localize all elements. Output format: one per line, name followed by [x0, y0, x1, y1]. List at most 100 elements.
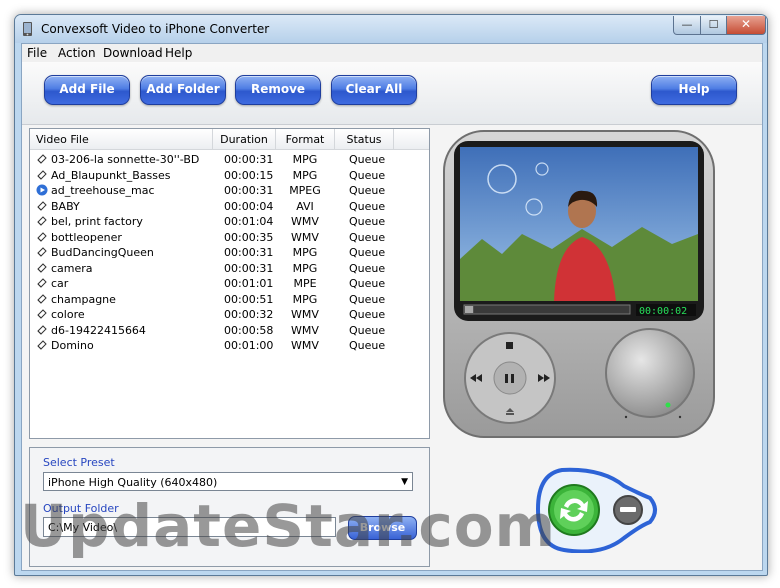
- title-bar[interactable]: Convexsoft Video to iPhone Converter — ☐…: [15, 15, 767, 43]
- table-row[interactable]: bottleopener 00:00:35 WMV Queue: [30, 230, 429, 245]
- video-status: Queue: [349, 184, 386, 197]
- preset-value: iPhone High Quality (640x480): [48, 476, 218, 489]
- app-icon: [23, 22, 32, 36]
- video-status: Queue: [349, 339, 386, 352]
- table-row[interactable]: d6-19422415664 00:00:58 WMV Queue: [30, 323, 429, 338]
- video-file-icon: [36, 215, 48, 227]
- video-status: Queue: [349, 308, 386, 321]
- menu-help[interactable]: Help: [165, 46, 192, 60]
- remove-button[interactable]: Remove: [235, 75, 321, 105]
- column-header-status[interactable]: Status: [335, 129, 394, 150]
- table-row[interactable]: Ad_Blaupunkt_Basses 00:00:15 MPG Queue: [30, 168, 429, 183]
- table-row[interactable]: BudDancingQueen 00:00:31 MPG Queue: [30, 245, 429, 260]
- video-file-icon: [36, 246, 48, 258]
- video-format: AVI: [296, 199, 314, 213]
- video-status: Queue: [349, 168, 386, 182]
- video-status: Queue: [349, 199, 386, 213]
- video-format: WMV: [291, 215, 319, 228]
- help-button[interactable]: Help: [651, 75, 737, 105]
- video-status: Queue: [349, 153, 386, 166]
- video-format: WMV: [291, 230, 319, 244]
- menu-download[interactable]: Download: [103, 46, 163, 60]
- video-status: Queue: [349, 261, 386, 275]
- video-duration: 00:01:01: [224, 277, 274, 290]
- close-button[interactable]: ✕: [726, 16, 766, 35]
- column-header-video-file[interactable]: Video File: [30, 129, 213, 150]
- video-format: MPG: [292, 168, 318, 182]
- menu-file[interactable]: File: [27, 46, 47, 60]
- preset-label: Select Preset: [43, 456, 115, 469]
- table-row[interactable]: 03-206-la sonnette-30''-BD 00:00:31 MPG Que…: [30, 152, 429, 167]
- video-file-name: champagne: [51, 292, 116, 306]
- add-folder-button[interactable]: Add Folder: [140, 75, 226, 105]
- video-status: Queue: [349, 323, 386, 337]
- preset-select[interactable]: iPhone High Quality (640x480) ▼: [43, 472, 413, 491]
- power-led: [665, 402, 671, 408]
- column-header-format[interactable]: Format: [276, 129, 335, 150]
- toolbar: Add File Add Folder Remove Clear All Hel…: [22, 62, 762, 125]
- video-duration: 00:00:04: [224, 199, 274, 213]
- video-file-name: bottleopener: [51, 230, 122, 244]
- video-file-icon: [36, 231, 48, 243]
- video-file-name: camera: [51, 261, 93, 275]
- table-row[interactable]: car 00:01:01 MPE Queue: [30, 276, 429, 291]
- video-format: MPE: [293, 277, 317, 290]
- indicator-dot: [678, 415, 682, 419]
- indicator-dot: [624, 415, 628, 419]
- video-file-icon: [36, 277, 48, 289]
- table-row[interactable]: colore 00:00:32 WMV Queue: [30, 307, 429, 322]
- video-file-name: bel, print factory: [51, 215, 143, 228]
- video-duration: 00:00:51: [224, 292, 274, 306]
- column-header-duration[interactable]: Duration: [213, 129, 276, 150]
- control-pad-inner: [493, 361, 527, 395]
- media-player: 00:00:02: [443, 130, 715, 438]
- video-duration: 00:00:31: [224, 246, 274, 259]
- menu-action[interactable]: Action: [58, 46, 96, 60]
- video-format: MPG: [292, 261, 318, 275]
- table-row[interactable]: BABY 00:00:04 AVI Queue: [30, 199, 429, 214]
- video-status: Queue: [349, 230, 386, 244]
- video-file-name: ad_treehouse_mac: [51, 184, 155, 197]
- table-row[interactable]: ad_treehouse_mac 00:00:31 MPEG Queue: [30, 183, 429, 198]
- video-duration: 00:00:32: [224, 308, 274, 321]
- video-format: WMV: [291, 308, 319, 321]
- video-file-icon: [36, 339, 48, 351]
- video-format: MPG: [292, 292, 318, 306]
- cancel-minus-icon[interactable]: [613, 495, 643, 525]
- volume-knob-icon[interactable]: [605, 328, 695, 418]
- progress-track[interactable]: [463, 304, 631, 315]
- progress-fill: [465, 306, 474, 313]
- table-row[interactable]: champagne 00:00:51 MPG Queue: [30, 292, 429, 307]
- video-file-name: Domino: [51, 339, 94, 352]
- video-file-icon: [36, 308, 48, 320]
- dropdown-arrow-icon[interactable]: ▼: [401, 473, 408, 492]
- video-file-name: BABY: [51, 199, 80, 213]
- file-list[interactable]: Video File Duration Format Status 03-206…: [29, 128, 430, 439]
- video-file-icon: [36, 324, 48, 336]
- stop-icon[interactable]: [506, 342, 513, 349]
- video-status: Queue: [349, 246, 386, 259]
- video-format: MPG: [292, 246, 318, 259]
- table-row[interactable]: Domino 00:01:00 WMV Queue: [30, 338, 429, 353]
- table-row[interactable]: camera 00:00:31 MPG Queue: [30, 261, 429, 276]
- minimize-button[interactable]: —: [673, 16, 701, 35]
- video-file-name: car: [51, 277, 69, 290]
- add-file-button[interactable]: Add File: [44, 75, 130, 105]
- video-duration: 00:00:31: [224, 153, 274, 166]
- video-status: Queue: [349, 215, 386, 228]
- video-file-icon: [36, 153, 48, 165]
- video-duration: 00:00:31: [224, 184, 274, 197]
- video-file-icon: [36, 262, 48, 274]
- video-file-icon: [36, 169, 48, 181]
- watermark-text: UpdateStar.com: [20, 492, 556, 560]
- video-file-name: d6-19422415664: [51, 323, 146, 337]
- clear-all-button[interactable]: Clear All: [331, 75, 417, 105]
- video-file-icon: [36, 293, 48, 305]
- video-status: Queue: [349, 292, 386, 306]
- video-status: Queue: [349, 277, 386, 290]
- convert-arrows-icon[interactable]: [548, 484, 600, 536]
- table-row[interactable]: bel, print factory 00:01:04 WMV Queue: [30, 214, 429, 229]
- video-duration: 00:00:31: [224, 261, 274, 275]
- video-file-name: Ad_Blaupunkt_Basses: [51, 168, 171, 182]
- maximize-button[interactable]: ☐: [700, 16, 727, 35]
